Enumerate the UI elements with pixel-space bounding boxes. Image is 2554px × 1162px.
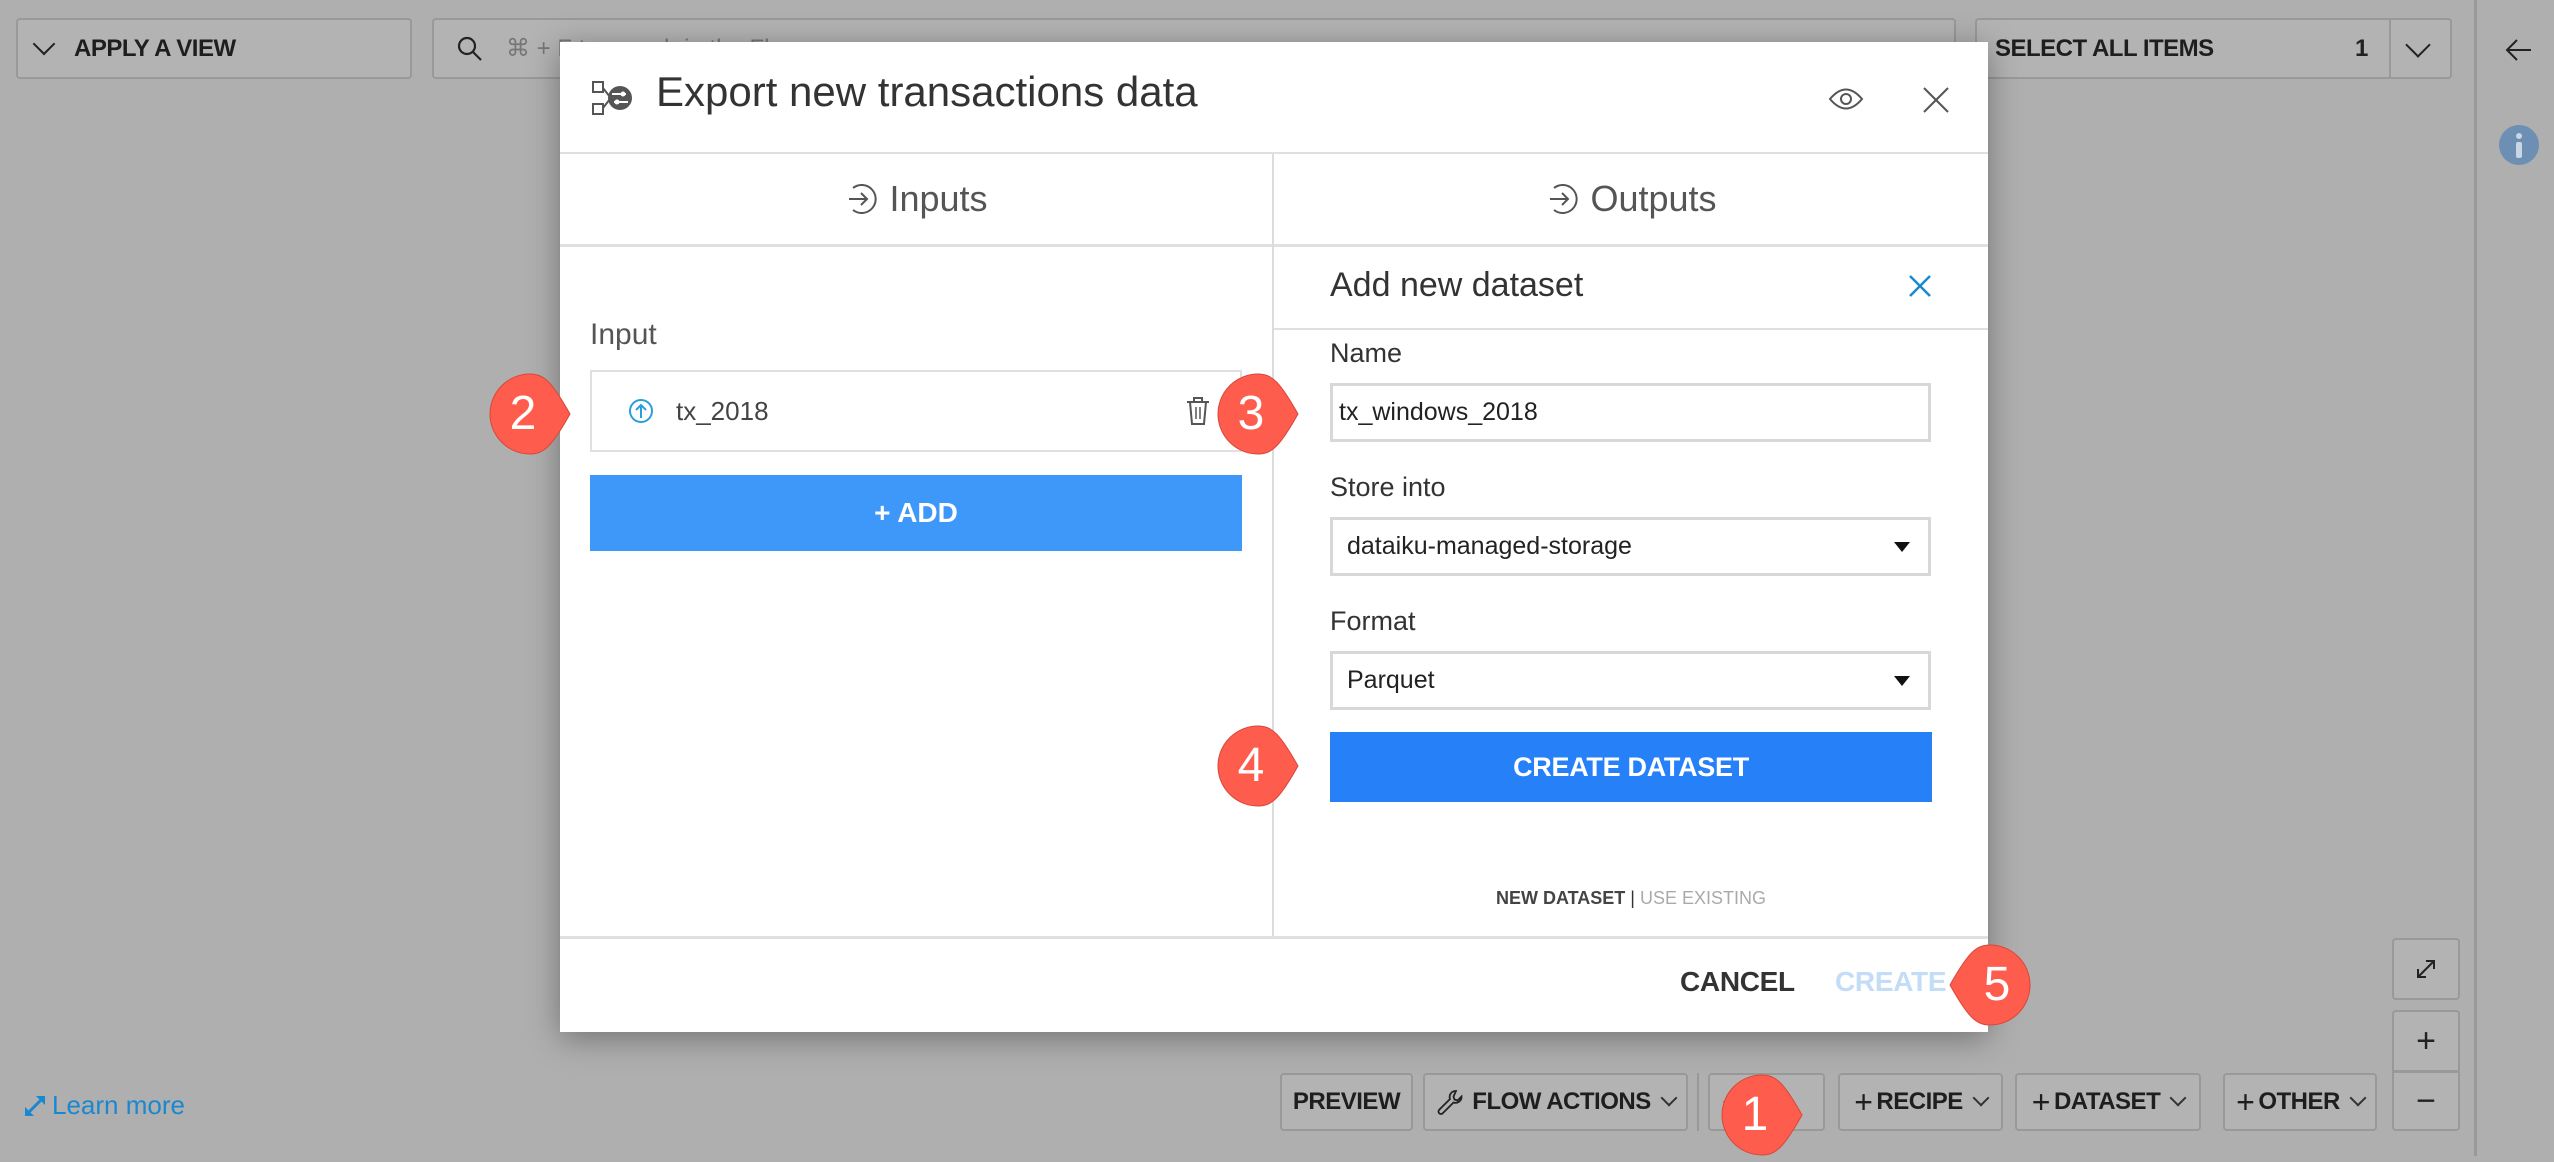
export-recipe-modal: Export new transactions data Inputs Outp… [560, 42, 1988, 1032]
zoom-in-button[interactable]: + [2392, 1010, 2460, 1072]
add-input-button[interactable]: + ADD [590, 475, 1242, 551]
toolbar-separator [1697, 1073, 1699, 1131]
add-dataset-button[interactable]: + DATASET [2015, 1073, 2201, 1131]
mode-separator: | [1630, 888, 1635, 908]
format-label: Format [1330, 606, 1416, 636]
plus-icon: + [2031, 1083, 2051, 1120]
fit-view-button[interactable] [2392, 938, 2460, 1000]
tab-outputs-label: Outputs [1590, 178, 1717, 219]
learn-more-label: Learn more [52, 1090, 185, 1120]
plus-icon: + [2236, 1083, 2255, 1120]
chevron-down-icon [1660, 1089, 1678, 1107]
callout-number: 5 [1983, 958, 2011, 1011]
arrow-in-circle-icon [849, 184, 878, 214]
minus-icon: − [2416, 1081, 2436, 1120]
callout-2: 2 [488, 372, 572, 456]
tab-inputs-label: Inputs [889, 178, 988, 219]
create-dataset-label: CREATE DATASET [1513, 751, 1749, 782]
output-mode-switch: NEW DATASET | USE EXISTING [1274, 888, 1988, 909]
arrow-left-icon[interactable] [2505, 38, 2533, 62]
selected-count: 1 [2355, 34, 2368, 62]
chevron-down-icon[interactable] [2405, 32, 2431, 58]
divider [560, 936, 1988, 939]
select-all-label: SELECT ALL ITEMS [1995, 34, 2214, 62]
name-label: Name [1330, 338, 1403, 368]
callout-4: 4 [1216, 724, 1300, 808]
dataset-name-input[interactable]: tx_windows_2018 [1330, 383, 1931, 442]
store-into-value: dataiku-managed-storage [1347, 532, 1632, 560]
create-dataset-button[interactable]: CREATE DATASET [1330, 732, 1932, 802]
new-dataset-mode[interactable]: NEW DATASET [1496, 888, 1625, 908]
callout-number: 4 [1237, 739, 1265, 792]
dataset-upload-icon [629, 399, 653, 423]
close-icon[interactable] [1908, 274, 1932, 298]
preview-button[interactable]: PREVIEW [1280, 1073, 1413, 1131]
zoom-out-button[interactable]: − [2392, 1071, 2460, 1131]
select-all-items[interactable]: SELECT ALL ITEMS 1 [1975, 18, 2452, 79]
apply-view-dropdown[interactable]: APPLY A VIEW [16, 18, 412, 79]
callout-1: 1 [1720, 1073, 1804, 1157]
flow-actions-button[interactable]: FLOW ACTIONS [1423, 1073, 1688, 1131]
wrench-icon [1437, 1090, 1463, 1115]
learn-more-link[interactable]: Learn more [22, 1090, 185, 1121]
trash-icon[interactable] [1186, 396, 1210, 426]
export-recipe-icon [592, 81, 632, 115]
divider [2389, 20, 2391, 77]
callout-3: 3 [1216, 372, 1300, 456]
cancel-button[interactable]: CANCEL [1680, 966, 1795, 998]
search-icon [457, 36, 482, 61]
arrow-in-circle-icon [1550, 184, 1579, 214]
dataset-name-value: tx_windows_2018 [1339, 398, 1538, 426]
format-select[interactable]: Parquet [1330, 651, 1931, 710]
other-label: OTHER [2258, 1088, 2340, 1115]
store-into-label: Store into [1330, 472, 1446, 502]
modal-title: Export new transactions data [656, 68, 1198, 115]
add-input-label: + ADD [874, 497, 958, 528]
caret-down-icon [1894, 541, 1910, 552]
preview-label: PREVIEW [1292, 1088, 1401, 1115]
eye-icon[interactable] [1828, 86, 1864, 112]
tab-outputs[interactable]: Outputs [1275, 154, 1988, 244]
right-sidebar [2474, 0, 2554, 1156]
chevron-down-icon [2349, 1089, 2367, 1107]
apply-view-label: APPLY A VIEW [74, 34, 236, 62]
add-other-button[interactable]: + OTHER [2223, 1073, 2377, 1131]
tab-inputs[interactable]: Inputs [560, 154, 1273, 244]
input-section-label: Input [590, 318, 657, 351]
expand-icon [2417, 960, 2435, 978]
callout-number: 1 [1741, 1088, 1769, 1141]
add-recipe-button[interactable]: + RECIPE [1838, 1073, 2003, 1131]
store-into-select[interactable]: dataiku-managed-storage [1330, 517, 1931, 576]
format-value: Parquet [1347, 666, 1435, 694]
close-icon[interactable] [1922, 86, 1950, 114]
column-divider [1272, 154, 1274, 938]
caret-down-icon [1894, 675, 1910, 686]
chevron-down-icon [1972, 1089, 1990, 1107]
input-dataset-name: tx_2018 [676, 395, 769, 426]
chevron-down-icon [32, 32, 56, 55]
create-button[interactable]: CREATE [1835, 966, 1947, 998]
flow-actions-label: FLOW ACTIONS [1472, 1088, 1651, 1115]
expand-arrows-icon [24, 1095, 46, 1116]
callout-number: 2 [509, 387, 537, 440]
output-panel-title: Add new dataset [1330, 266, 1584, 304]
divider [1274, 328, 1988, 330]
info-icon[interactable] [2499, 125, 2539, 165]
divider [560, 244, 1988, 247]
plus-icon: + [2416, 1021, 2436, 1060]
input-dataset-item[interactable]: tx_2018 [590, 370, 1242, 452]
callout-number: 3 [1237, 387, 1265, 440]
recipe-label: RECIPE [1876, 1088, 1963, 1115]
plus-icon: + [1854, 1083, 1873, 1120]
callout-5: 5 [1948, 943, 2032, 1027]
use-existing-mode[interactable]: USE EXISTING [1640, 888, 1766, 908]
dataset-label: DATASET [2053, 1088, 2161, 1115]
chevron-down-icon [2169, 1089, 2187, 1107]
